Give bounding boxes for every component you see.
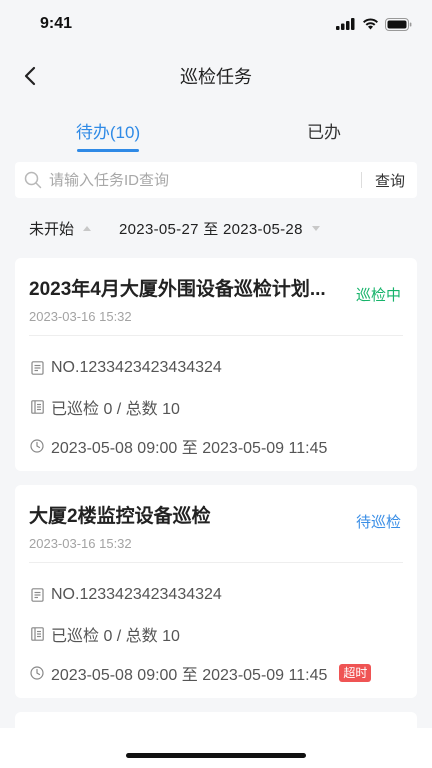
task-period: 2023-05-08 09:00 至 2023-05-09 11:45 bbox=[51, 666, 328, 684]
task-card-header: 大厦2楼监控设备巡检 2023-03-16 15:32 待巡检 bbox=[29, 485, 403, 563]
status-time: 9:41 bbox=[40, 15, 73, 32]
task-card[interactable]: 2023年4月大厦外围设备巡检计划... 2023-03-16 15:32 巡检… bbox=[15, 258, 417, 471]
search-bar: 查询 bbox=[15, 162, 417, 198]
task-progress: 已巡检 0 / 总数 10 bbox=[51, 400, 180, 418]
home-indicator[interactable] bbox=[126, 753, 306, 758]
clock-icon bbox=[29, 438, 45, 454]
filter-bar: 未开始 2023-05-27 至 2023-05-28 bbox=[0, 198, 432, 258]
caret-up-icon bbox=[83, 225, 92, 231]
tab-done[interactable]: 已办 bbox=[216, 104, 432, 156]
status-badge: 巡检中 bbox=[355, 287, 401, 304]
overtime-badge: 超时 bbox=[339, 663, 372, 682]
signal-icon bbox=[336, 18, 355, 30]
home-bar-area bbox=[0, 728, 432, 768]
task-progress-row: 已巡检 0 / 总数 10 bbox=[29, 614, 403, 653]
search-icon bbox=[23, 170, 43, 190]
tab-todo[interactable]: 待办(10) bbox=[0, 104, 216, 156]
task-created-date: 2023-03-16 15:32 bbox=[29, 309, 132, 324]
task-progress-row: 已巡检 0 / 总数 10 bbox=[29, 387, 403, 426]
search-divider bbox=[360, 172, 362, 188]
task-number-row: NO.1233423423434324 bbox=[29, 348, 403, 387]
task-card-body: NO.1233423423434324 已巡检 0 / 总数 10 2023-0… bbox=[29, 336, 403, 471]
date-range-filter[interactable]: 2023-05-27 至 2023-05-28 bbox=[119, 218, 320, 239]
task-number: NO.1233423423434324 bbox=[51, 585, 222, 603]
task-period-row: 2023-05-08 09:00 至 2023-05-09 11:45 bbox=[29, 426, 403, 465]
wifi-icon bbox=[363, 18, 378, 30]
nav-bar: 巡检任务 bbox=[0, 48, 432, 104]
task-created-date: 2023-03-16 15:32 bbox=[29, 536, 132, 551]
chevron-left-icon bbox=[24, 66, 36, 86]
status-bar: 9:41 bbox=[0, 0, 432, 48]
task-title: 2023年4月大厦外围设备巡检计划... bbox=[29, 279, 326, 300]
task-card-header: 2023年4月大厦外围设备巡检计划... 2023-03-16 15:32 巡检… bbox=[29, 258, 403, 336]
task-number-row: NO.1233423423434324 bbox=[29, 575, 403, 614]
checklist-icon bbox=[29, 399, 45, 415]
task-card[interactable]: 大厦2楼监控设备巡检 2023-03-16 15:32 待巡检 NO.12334… bbox=[15, 485, 417, 698]
task-period-row: 2023-05-08 09:00 至 2023-05-09 11:45 超时 bbox=[29, 653, 403, 692]
document-icon bbox=[29, 587, 45, 603]
task-progress: 已巡检 0 / 总数 10 bbox=[51, 627, 180, 645]
task-period: 2023-05-08 09:00 至 2023-05-09 11:45 bbox=[51, 439, 328, 457]
status-icons bbox=[336, 17, 412, 31]
date-range-label: 2023-05-27 至 2023-05-28 bbox=[119, 220, 303, 238]
clock-icon bbox=[29, 665, 45, 681]
task-card-body: NO.1233423423434324 已巡检 0 / 总数 10 2023-0… bbox=[29, 563, 403, 698]
battery-icon bbox=[385, 17, 412, 31]
page-title: 巡检任务 bbox=[180, 67, 252, 87]
checklist-icon bbox=[29, 626, 45, 642]
document-icon bbox=[29, 360, 45, 376]
status-filter[interactable]: 未开始 bbox=[29, 218, 92, 239]
back-button[interactable] bbox=[16, 62, 44, 90]
status-filter-label: 未开始 bbox=[29, 220, 75, 238]
task-title: 大厦2楼监控设备巡检 bbox=[29, 506, 211, 527]
search-input[interactable] bbox=[49, 171, 353, 189]
task-number: NO.1233423423434324 bbox=[51, 358, 222, 376]
tab-bar: 待办(10) 已办 bbox=[0, 104, 432, 156]
search-button[interactable]: 查询 bbox=[375, 170, 405, 191]
status-badge: 待巡检 bbox=[355, 514, 401, 531]
caret-down-icon bbox=[311, 225, 320, 231]
